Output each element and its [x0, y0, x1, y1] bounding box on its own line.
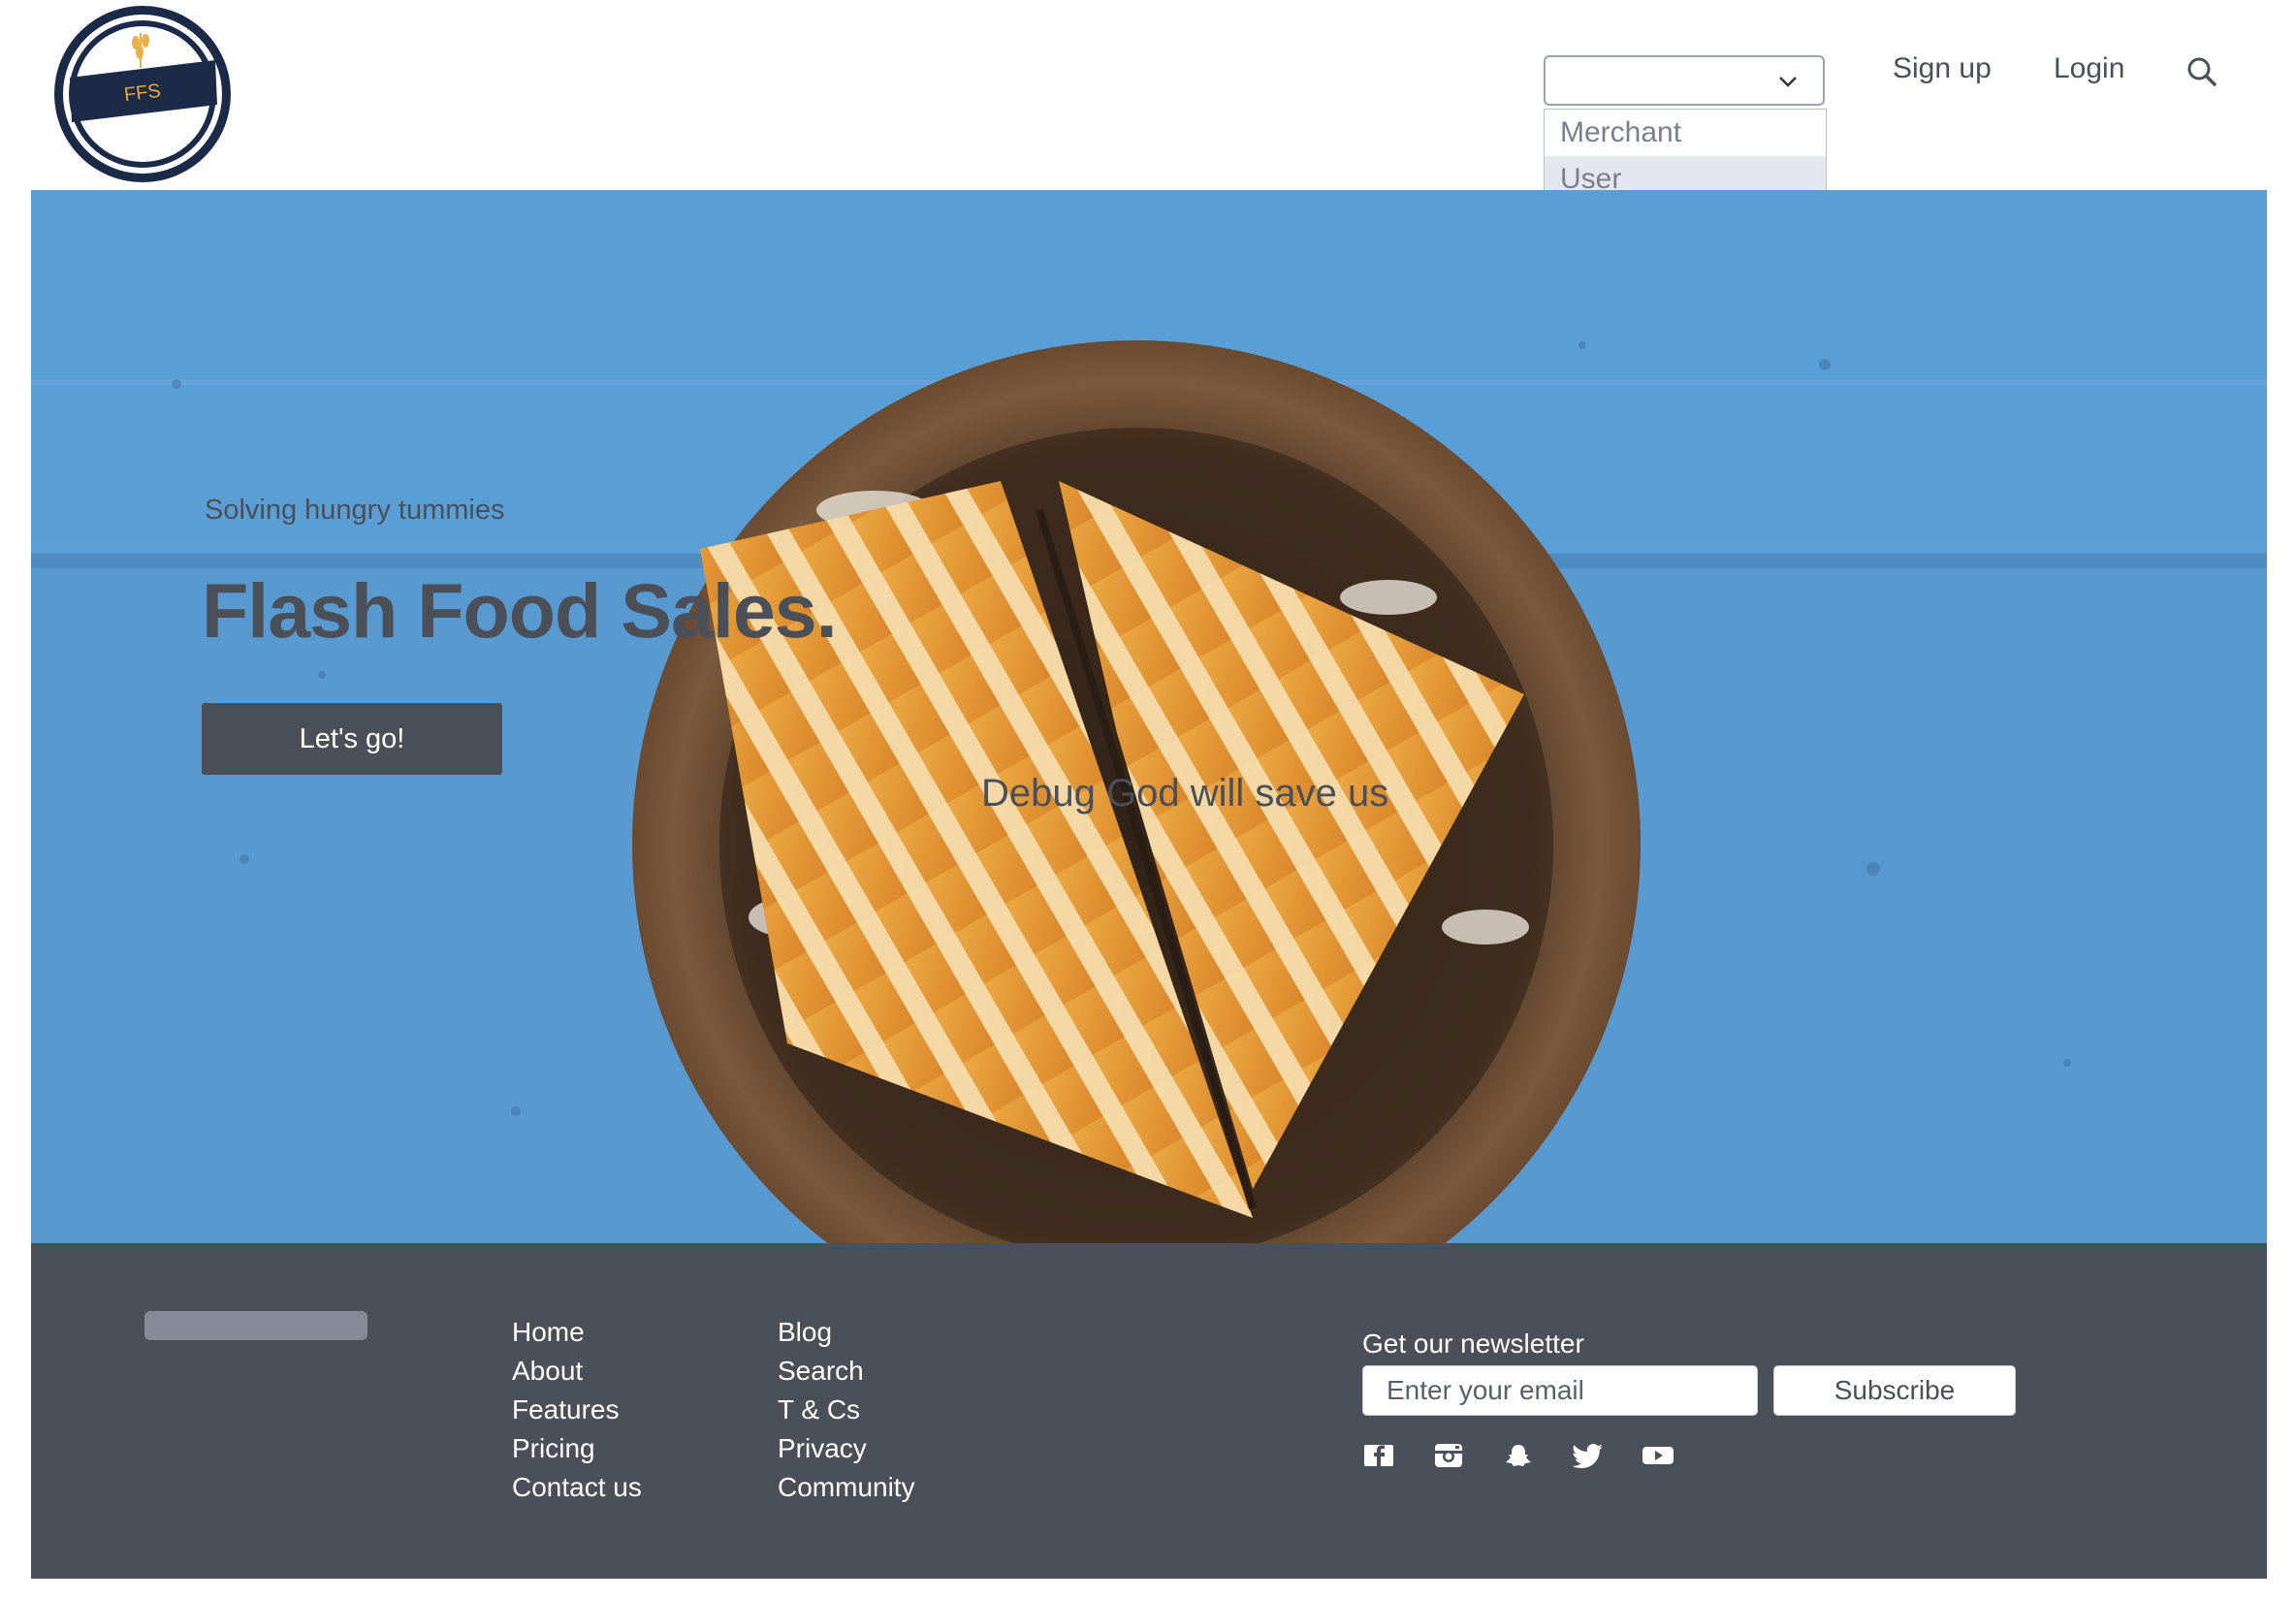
hero-caption: Debug God will save us: [981, 772, 1389, 815]
footer-link-community[interactable]: Community: [778, 1468, 915, 1507]
chevron-down-icon: [1779, 77, 1797, 87]
footer-link-about[interactable]: About: [512, 1352, 642, 1391]
newsletter-label: Get our newsletter: [1362, 1328, 1584, 1359]
footer-logo-placeholder: [144, 1311, 367, 1340]
ffs-logo[interactable]: FFS: [52, 4, 233, 184]
footer-link-features[interactable]: Features: [512, 1391, 642, 1429]
instagram-icon[interactable]: [1432, 1443, 1465, 1468]
role-select[interactable]: [1544, 55, 1825, 106]
login-link[interactable]: Login: [2054, 52, 2124, 85]
footer-link-blog[interactable]: Blog: [778, 1313, 915, 1352]
newsletter-email-input[interactable]: [1362, 1365, 1758, 1416]
footer-link-contact[interactable]: Contact us: [512, 1468, 642, 1507]
hero-title: Flash Food Sales.: [202, 567, 838, 654]
role-option-merchant[interactable]: Merchant: [1545, 110, 1826, 156]
footer-link-search[interactable]: Search: [778, 1352, 915, 1391]
search-icon[interactable]: [2186, 56, 2217, 87]
footer-links-col-2: Blog Search T & Cs Privacy Community: [778, 1313, 915, 1507]
youtube-icon[interactable]: [1642, 1443, 1674, 1468]
twitter-icon[interactable]: [1572, 1443, 1605, 1468]
site-footer: Home About Features Pricing Contact us B…: [31, 1243, 2267, 1579]
footer-link-pricing[interactable]: Pricing: [512, 1429, 642, 1468]
subscribe-button[interactable]: Subscribe: [1773, 1365, 2016, 1416]
footer-link-terms[interactable]: T & Cs: [778, 1391, 915, 1429]
svg-text:FFS: FFS: [123, 80, 162, 106]
facebook-icon[interactable]: [1362, 1443, 1395, 1468]
footer-links-col-1: Home About Features Pricing Contact us: [512, 1313, 642, 1507]
snapchat-icon[interactable]: [1502, 1443, 1535, 1468]
footer-link-home[interactable]: Home: [512, 1313, 642, 1352]
site-header: FFS Merchant User Sign up Login: [0, 0, 2296, 303]
hero-section: Solving hungry tummies Flash Food Sales.…: [31, 190, 2267, 1243]
lets-go-button[interactable]: Let's go!: [202, 703, 502, 775]
hero-subtitle: Solving hungry tummies: [205, 495, 505, 526]
signup-link[interactable]: Sign up: [1893, 52, 1992, 85]
footer-link-privacy[interactable]: Privacy: [778, 1429, 915, 1468]
